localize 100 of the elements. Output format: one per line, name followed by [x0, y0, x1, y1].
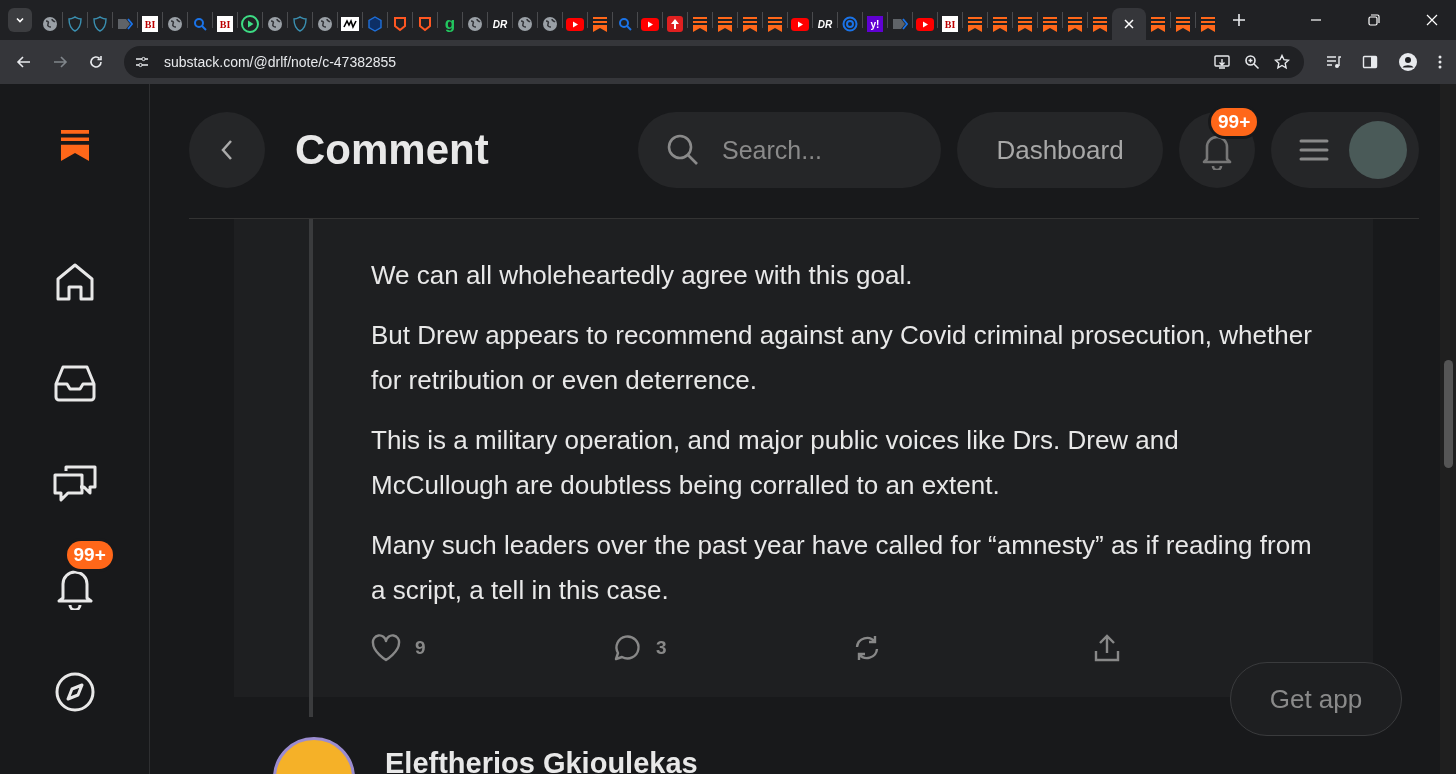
ring-icon: [842, 16, 858, 32]
avatar-placeholder: [1349, 121, 1407, 179]
forward-arrow-icon[interactable]: [52, 54, 68, 70]
logo-icon: [341, 17, 359, 31]
notification-count-badge: 99+: [1211, 108, 1258, 136]
arrow-up-icon: [667, 16, 683, 32]
heart-icon: [371, 634, 401, 662]
bookmark-icon: [692, 16, 708, 32]
chevron-left-icon: [219, 138, 235, 162]
zoom-icon[interactable]: [1244, 54, 1260, 70]
logo-icon: DR: [817, 18, 833, 30]
share-button[interactable]: [1094, 633, 1120, 663]
page-title: Comment: [295, 126, 489, 174]
globe-icon: [467, 16, 483, 32]
shield-icon: [417, 16, 433, 32]
comment-paragraph: But Drew appears to recommend against any Covid criminal prosecution, whether for retribution or even deterrence.: [371, 319, 1313, 397]
shield-icon: [67, 16, 83, 32]
bookmark-icon: [1017, 16, 1033, 32]
browser-tab[interactable]: BI: [213, 8, 237, 40]
search-icon: [617, 16, 633, 32]
like-button[interactable]: 9: [371, 634, 426, 662]
tag-icon: [117, 16, 133, 32]
bookmark-icon: [1067, 16, 1083, 32]
browser-tab[interactable]: DR: [813, 8, 837, 40]
install-app-icon[interactable]: [1214, 54, 1230, 70]
cube-icon: [367, 16, 383, 32]
logo-icon: g: [444, 16, 456, 32]
shield-icon: [292, 16, 308, 32]
video-play-icon: [641, 17, 659, 31]
sidebar-item[interactable]: [53, 671, 96, 713]
bookmark-icon: [592, 16, 608, 32]
browser-tab[interactable]: g: [438, 8, 462, 40]
browser-tab[interactable]: [1112, 8, 1146, 40]
side-panel-icon[interactable]: [1362, 54, 1378, 70]
globe-icon: [42, 16, 58, 32]
scrollbar[interactable]: [1440, 84, 1456, 774]
get-app-button[interactable]: Get app: [1230, 662, 1402, 736]
bookmark-icon: [1200, 16, 1216, 32]
globe-icon: [317, 16, 333, 32]
bookmark-icon: [717, 16, 733, 32]
inbox-icon: [52, 364, 97, 402]
bookmark-icon: [1042, 16, 1058, 32]
url-text: substack.com/@drlf/note/c-47382855: [164, 54, 397, 70]
browser-tab[interactable]: BI: [938, 8, 962, 40]
tab-search-button[interactable]: [8, 8, 32, 32]
chat-bubbles-icon: [51, 463, 98, 503]
video-play-icon: [916, 17, 934, 31]
bookmark-icon: [992, 16, 1008, 32]
logo-icon: BI: [217, 16, 233, 32]
bookmark-icon: [1175, 16, 1191, 32]
address-field[interactable]: substack.com/@drlf/note/c-47382855: [124, 46, 1304, 78]
sidebar-item[interactable]: [51, 463, 98, 503]
profile-icon[interactable]: [1398, 52, 1418, 72]
browser-tab[interactable]: BI: [138, 8, 162, 40]
comment-paragraph: We can all wholeheartedly agree with this goal.: [371, 259, 914, 292]
browser-tab[interactable]: DR: [488, 8, 512, 40]
globe-icon: [267, 16, 283, 32]
author-name[interactable]: Eleftherios Gkioulekas: [385, 746, 698, 774]
browser-tab[interactable]: y!: [863, 8, 887, 40]
reload-icon[interactable]: [88, 54, 104, 70]
tag-icon: [892, 16, 908, 32]
video-play-icon: [566, 17, 584, 31]
bookmark-icon: [767, 16, 783, 32]
search-icon: [192, 16, 208, 32]
shield-icon: [392, 16, 408, 32]
menu-icon: [1299, 138, 1329, 162]
search-field[interactable]: Search...: [638, 112, 941, 188]
bookmark-icon: [742, 16, 758, 32]
star-icon[interactable]: [1274, 54, 1290, 70]
sidebar-item[interactable]: [52, 364, 97, 402]
logo-icon: y!: [867, 16, 883, 32]
site-settings-icon[interactable]: [134, 54, 150, 70]
refresh-arrows-icon: [853, 634, 881, 662]
media-list-icon[interactable]: [1326, 54, 1342, 70]
logo-icon: DR: [492, 18, 508, 30]
share-icon: [1094, 633, 1120, 663]
globe-icon: [517, 16, 533, 32]
search-icon: [666, 133, 700, 167]
notification-count-badge: 99+: [66, 541, 113, 569]
shield-icon: [92, 16, 108, 32]
close-icon[interactable]: [1426, 14, 1438, 26]
restore-icon[interactable]: [1368, 14, 1380, 26]
comment-paragraph: This is a military operation, and major public voices like Drs. Drew and McCullough are doubtless being corralled to an extent.: [371, 424, 1180, 502]
bookmark-icon: [1092, 16, 1108, 32]
reply-button[interactable]: 3: [612, 633, 667, 663]
video-play-icon: [791, 17, 809, 31]
speech-bubble-icon: [612, 633, 642, 663]
play-icon: [241, 15, 259, 33]
logo-icon: BI: [942, 16, 958, 32]
compass-icon: [53, 671, 96, 713]
comment-paragraph: Many such leaders over the past year have called for “amnesty” as if reading from a script, a tell in this case.: [371, 529, 1313, 607]
globe-icon: [542, 16, 558, 32]
restack-button[interactable]: [853, 634, 881, 662]
more-options-icon[interactable]: [1438, 54, 1442, 70]
plus-icon[interactable]: [1232, 13, 1246, 27]
bookmark-icon: [967, 16, 983, 32]
back-arrow-icon[interactable]: [16, 54, 32, 70]
scrollbar-thumb[interactable]: [1444, 360, 1453, 468]
dashboard-button[interactable]: Dashboard: [957, 112, 1163, 188]
bookmark-icon: [1150, 16, 1166, 32]
